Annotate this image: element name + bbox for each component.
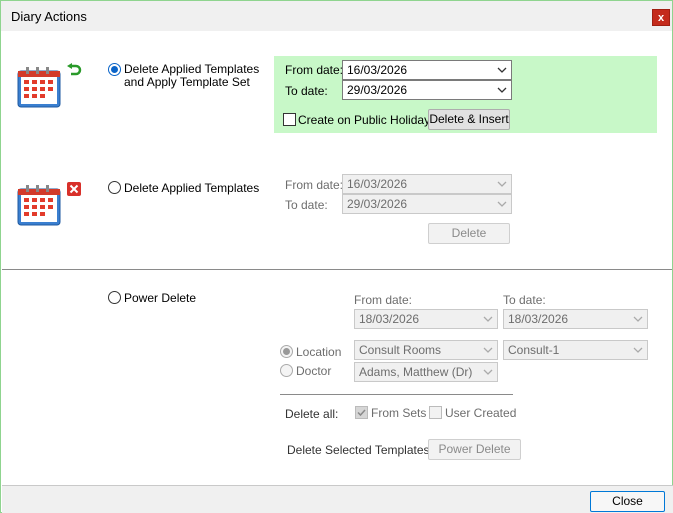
power-delete-radio[interactable] [108, 291, 121, 304]
delete-insert-button[interactable]: Delete & Insert [428, 109, 510, 130]
chevron-down-icon [497, 181, 507, 187]
s2-from-date-picker[interactable]: 16/03/2026 [342, 174, 512, 194]
red-x-icon [67, 182, 81, 196]
public-holidays-checkbox[interactable] [283, 113, 296, 126]
s1-from-date-picker[interactable]: 16/03/2026 [342, 60, 512, 80]
delete-button[interactable]: Delete [428, 223, 510, 244]
delete-all-label: Delete all: [285, 407, 339, 421]
s1-from-date-label: From date: [285, 63, 344, 77]
location-select[interactable]: Consult Rooms [354, 340, 498, 360]
chevron-down-icon [497, 67, 507, 73]
close-button[interactable]: Close [590, 491, 665, 512]
room-select[interactable]: Consult-1 [503, 340, 648, 360]
window-close-button[interactable]: x [652, 9, 670, 26]
s3-to-date-picker[interactable]: 18/03/2026 [503, 309, 648, 329]
undo-arrow-icon [66, 63, 82, 77]
title-bar: Diary Actions x [1, 1, 672, 31]
chevron-down-icon [497, 87, 507, 93]
delete-applied-radio[interactable] [108, 181, 121, 194]
power-delete-button[interactable]: Power Delete [428, 439, 521, 460]
chevron-down-icon [497, 201, 507, 207]
doctor-select[interactable]: Adams, Matthew (Dr) [354, 362, 498, 382]
doctor-label: Doctor [296, 364, 332, 378]
chevron-down-icon [483, 369, 493, 375]
window-title: Diary Actions [11, 9, 87, 24]
s2-to-date-value: 29/03/2026 [347, 197, 408, 211]
checkmark-icon [357, 409, 366, 417]
dialog-footer: Close [2, 485, 673, 513]
delete-applied-label: Delete Applied Templates [124, 181, 260, 195]
chevron-down-icon [483, 347, 493, 353]
doctor-value: Adams, Matthew (Dr) [359, 365, 473, 379]
room-value: Consult-1 [508, 343, 560, 357]
s3-from-date-value: 18/03/2026 [359, 312, 420, 326]
calendar-delete-icon [16, 181, 68, 227]
delete-and-apply-label-line1: Delete Applied Templates [124, 62, 260, 76]
diary-actions-dialog: Diary Actions x Delete Applied Templates… [0, 0, 673, 513]
delete-selected-label: Delete Selected Templates [287, 443, 430, 457]
user-created-checkbox[interactable] [429, 406, 442, 419]
delete-and-apply-label-line2: and Apply Template Set [124, 75, 250, 89]
public-holidays-label: Create on Public Holidays [298, 113, 437, 127]
delete-all-divider [280, 394, 513, 395]
doctor-radio[interactable] [280, 364, 293, 377]
s1-to-date-value: 29/03/2026 [347, 83, 408, 97]
location-value: Consult Rooms [359, 343, 442, 357]
chevron-down-icon [483, 316, 493, 322]
s3-to-date-value: 18/03/2026 [508, 312, 569, 326]
s3-from-date-label: From date: [354, 293, 413, 307]
user-created-label: User Created [445, 406, 517, 420]
s3-to-date-label: To date: [503, 293, 546, 307]
location-radio[interactable] [280, 345, 293, 358]
s1-to-date-picker[interactable]: 29/03/2026 [342, 80, 512, 100]
s2-to-date-picker[interactable]: 29/03/2026 [342, 194, 512, 214]
power-delete-label: Power Delete [124, 291, 197, 305]
chevron-down-icon [633, 347, 643, 353]
delete-and-apply-radio[interactable] [108, 63, 121, 76]
s1-from-date-value: 16/03/2026 [347, 63, 408, 77]
s2-to-date-label: To date: [285, 198, 328, 212]
location-label: Location [296, 345, 342, 359]
s3-from-date-picker[interactable]: 18/03/2026 [354, 309, 498, 329]
s2-from-date-label: From date: [285, 178, 344, 192]
calendar-apply-icon [16, 63, 68, 109]
chevron-down-icon [633, 316, 643, 322]
s2-from-date-value: 16/03/2026 [347, 177, 408, 191]
s1-to-date-label: To date: [285, 84, 328, 98]
from-sets-label: From Sets [371, 406, 427, 420]
section-divider [2, 269, 672, 270]
from-sets-checkbox[interactable] [355, 406, 368, 419]
